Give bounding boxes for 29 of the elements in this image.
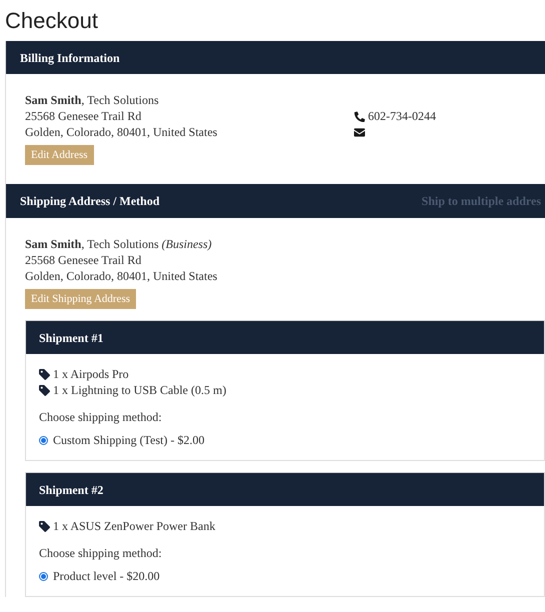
envelope-icon <box>354 128 365 136</box>
shipping-option: Custom Shipping (Test) - $2.00 <box>53 431 204 449</box>
section-title: Billing Information <box>20 50 120 66</box>
address-line: 25568 Genesee Trail Rd <box>25 108 142 124</box>
tag-icon <box>39 520 50 532</box>
page-title: Checkout <box>4 7 98 35</box>
phone-number: 602-734-0244 <box>368 108 436 125</box>
method-label: Choose shipping method: <box>39 545 162 562</box>
product-item: 1 x Lightning to USB Cable (0.5 m) <box>53 382 226 399</box>
ship-multiple-link[interactable]: Ship to multiple addres <box>422 192 541 210</box>
address-line: Golden, Colorado, 80401, United States <box>25 268 218 284</box>
address-line: Golden, Colorado, 80401, United States <box>25 124 218 140</box>
section-title: Shipment #1 <box>39 330 104 346</box>
method-label: Choose shipping method: <box>39 409 162 426</box>
radio-button[interactable] <box>39 572 48 580</box>
product-item: 1 x Airpods Pro <box>53 366 129 383</box>
product-item: 1 x ASUS ZenPower Power Bank <box>53 518 216 535</box>
phone-icon <box>354 110 365 122</box>
radio-button[interactable] <box>39 436 48 444</box>
edit-address-button[interactable]: Edit Address <box>25 145 94 165</box>
customer-name: Sam Smith, Tech Solutions (Business) <box>25 236 212 252</box>
shipping-option: Product level - $20.00 <box>53 567 160 585</box>
edit-address-button[interactable]: Edit Shipping Address <box>25 289 136 309</box>
section-title: Shipment #2 <box>39 482 104 498</box>
customer-name: Sam Smith, Tech Solutions <box>25 92 159 108</box>
tag-icon <box>39 384 50 396</box>
address-line: 25568 Genesee Trail Rd <box>25 252 142 268</box>
section-title: Shipping Address / Method <box>20 193 160 210</box>
tag-icon <box>39 368 50 380</box>
